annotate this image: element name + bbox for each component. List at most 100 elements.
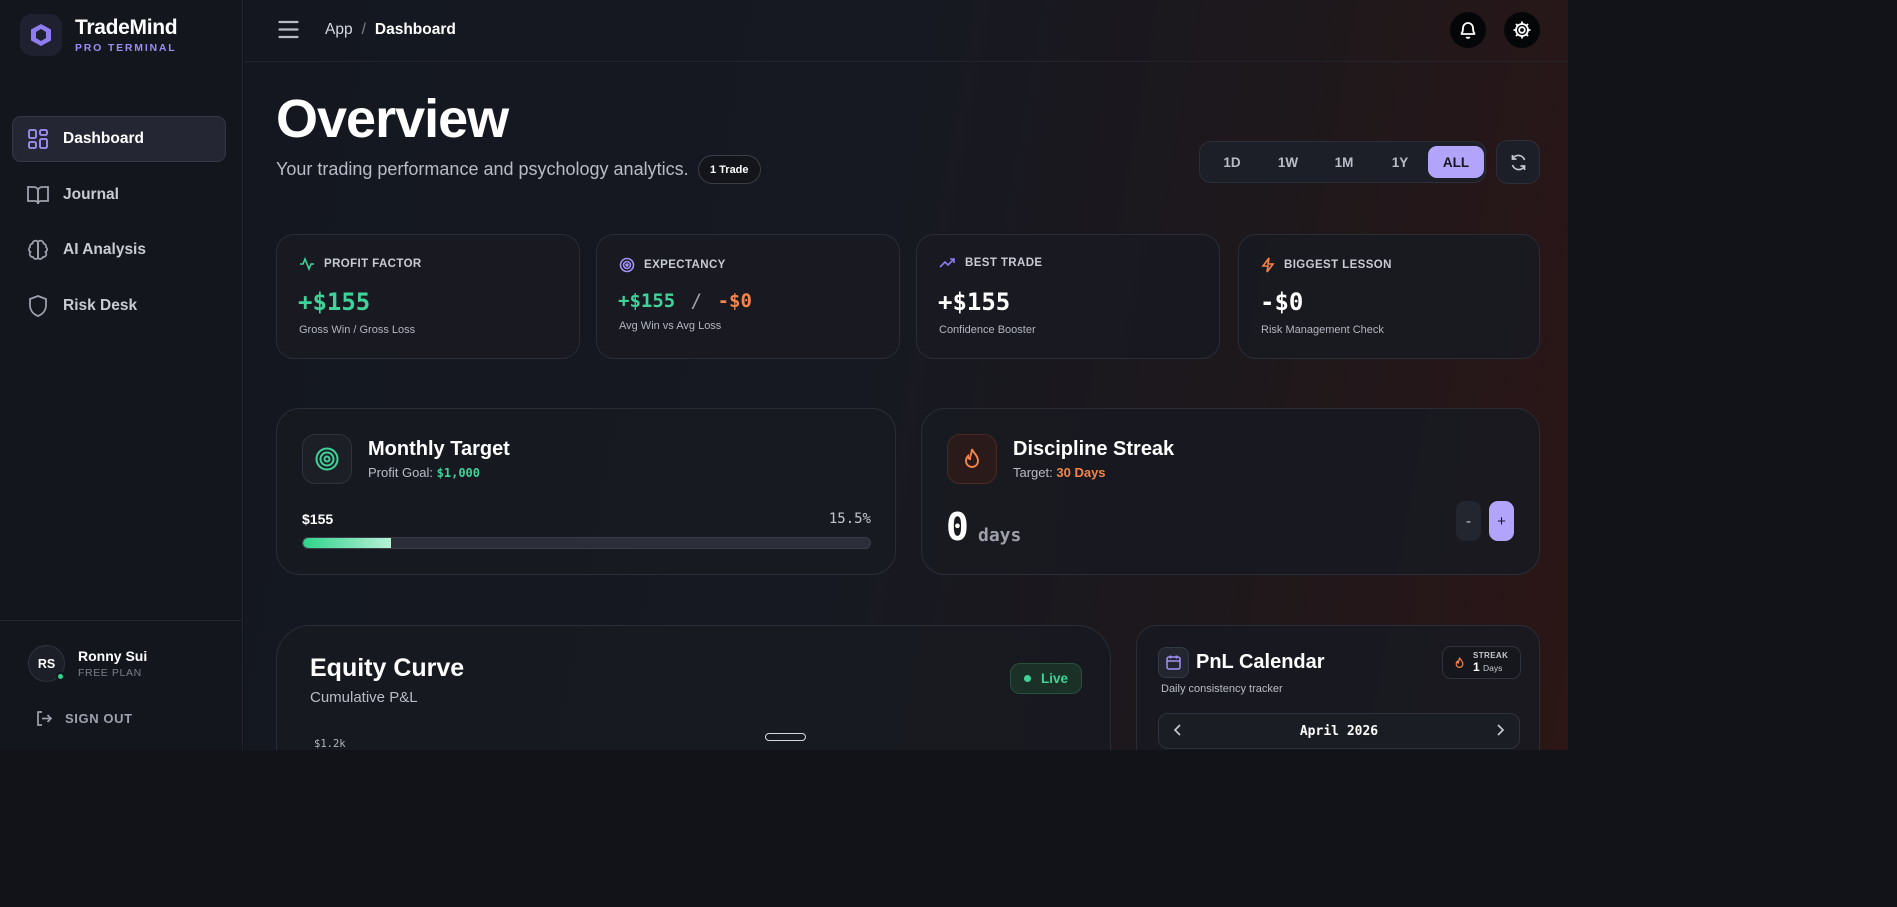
flame-icon xyxy=(947,434,997,484)
sign-out-button[interactable]: SIGN OUT xyxy=(36,710,133,727)
breadcrumb-separator: / xyxy=(361,21,366,38)
profit-factor-value: +$155 xyxy=(298,288,371,316)
logout-icon xyxy=(37,711,53,726)
sidebar-nav: Dashboard Journal AI Analysis Risk Desk xyxy=(12,116,226,338)
book-icon xyxy=(26,183,50,207)
current-profit: $155 xyxy=(302,511,334,527)
sidebar-item-journal[interactable]: Journal xyxy=(12,172,226,218)
expectancy-value: +$155 / -$0 xyxy=(618,290,752,312)
trending-up-icon xyxy=(939,258,955,268)
scroll-handle[interactable] xyxy=(765,733,806,741)
range-all-button[interactable]: ALL xyxy=(1428,146,1484,178)
stat-label: PROFIT FACTOR xyxy=(324,258,422,270)
streak-value: 1 xyxy=(1473,660,1480,674)
menu-icon[interactable] xyxy=(278,20,299,44)
main-content: App / Dashboard Overview Your trading pe… xyxy=(244,0,1568,750)
brand[interactable]: TradeMind PRO TERMINAL xyxy=(20,14,178,56)
increment-button[interactable]: + xyxy=(1489,501,1514,541)
calendar-icon xyxy=(1158,647,1189,678)
top-bar: App / Dashboard xyxy=(244,0,1568,62)
streak-label: STREAK xyxy=(1473,651,1509,660)
sidebar-item-risk-desk[interactable]: Risk Desk xyxy=(12,283,226,329)
equity-curve-title: Equity Curve xyxy=(310,654,465,682)
sidebar-item-dashboard[interactable]: Dashboard xyxy=(12,116,226,162)
profit-goal-label: Profit Goal: xyxy=(368,465,434,480)
range-1d-button[interactable]: 1D xyxy=(1204,146,1260,178)
refresh-button[interactable] xyxy=(1496,140,1540,184)
stat-caption: Gross Win / Gross Loss xyxy=(299,324,416,336)
live-badge: Live xyxy=(1010,663,1083,694)
target-icon xyxy=(619,257,635,273)
breadcrumb-current: Dashboard xyxy=(374,21,456,38)
monthly-target-card: Monthly Target Profit Goal: $1,000 $155 … xyxy=(276,408,896,575)
live-dot xyxy=(1024,675,1031,682)
avg-win-value: +$155 xyxy=(618,290,676,312)
biggest-lesson-value: -$0 xyxy=(1260,288,1304,316)
page-title: Overview xyxy=(276,89,509,149)
month-navigator: April 2026 xyxy=(1158,713,1520,749)
breadcrumb-root[interactable]: App xyxy=(325,21,353,39)
pnl-calendar-title: PnL Calendar xyxy=(1196,651,1325,673)
streak-pill: STREAK 1 Days xyxy=(1442,646,1521,679)
brand-name: TradeMind xyxy=(75,16,178,39)
streak-target-label: Target: xyxy=(1013,465,1053,480)
brain-icon xyxy=(26,238,50,262)
biggest-lesson-card: BIGGEST LESSON -$0 Risk Management Check xyxy=(1238,234,1540,359)
sidebar-item-label: Journal xyxy=(63,185,119,203)
stat-caption: Risk Management Check xyxy=(1261,324,1384,336)
discipline-streak-card: Discipline Streak Target: 30 Days 0 days… xyxy=(921,408,1540,575)
target-percent: 15.5% xyxy=(828,511,871,527)
y-axis-tick: $1.2k xyxy=(314,738,346,750)
profit-factor-card: PROFIT FACTOR +$155 Gross Win / Gross Lo… xyxy=(276,234,580,359)
sign-out-label: SIGN OUT xyxy=(65,711,133,726)
target-progress-fill xyxy=(303,538,391,548)
chevron-right-icon[interactable] xyxy=(1493,723,1507,742)
decrement-button[interactable]: - xyxy=(1456,501,1481,541)
current-month: April 2026 xyxy=(1299,724,1379,739)
equity-curve-card: Equity Curve Cumulative P&L Live $1.2k xyxy=(276,625,1111,750)
profit-goal-value: $1,000 xyxy=(436,466,481,480)
shield-icon xyxy=(26,294,50,318)
target-progress-bar xyxy=(302,537,871,549)
stat-label: BIGGEST LESSON xyxy=(1284,259,1392,271)
avatar-initials: RS xyxy=(37,656,56,671)
best-trade-card: BEST TRADE +$155 Confidence Booster xyxy=(916,234,1220,359)
online-status-dot xyxy=(56,672,65,681)
hexagon-logo-icon xyxy=(20,14,62,56)
stat-caption: Avg Win vs Avg Loss xyxy=(619,320,722,332)
bell-icon[interactable] xyxy=(1450,12,1486,48)
streak-target: Target: 30 Days xyxy=(1013,465,1106,480)
user-name: Ronny Sui xyxy=(78,648,148,664)
time-range-selector: 1D 1W 1M 1Y ALL xyxy=(1199,141,1486,183)
streak-count: 0 xyxy=(946,505,969,549)
sidebar-item-label: Dashboard xyxy=(63,130,144,147)
range-1y-button[interactable]: 1Y xyxy=(1372,146,1428,178)
streak-target-value: 30 Days xyxy=(1056,465,1106,480)
sidebar: TradeMind PRO TERMINAL Dashboard Journal… xyxy=(0,0,243,750)
gear-icon[interactable] xyxy=(1504,12,1540,48)
target-icon xyxy=(302,434,352,484)
range-1m-button[interactable]: 1M xyxy=(1316,146,1372,178)
breadcrumb: App / Dashboard xyxy=(325,21,456,39)
range-1w-button[interactable]: 1W xyxy=(1260,146,1316,178)
monthly-target-title: Monthly Target xyxy=(368,438,510,460)
pulse-icon xyxy=(300,257,314,271)
expectancy-card: EXPECTANCY +$155 / -$0 Avg Win vs Avg Lo… xyxy=(596,234,900,359)
pnl-calendar-subtitle: Daily consistency tracker xyxy=(1161,683,1283,695)
stat-label: BEST TRADE xyxy=(965,257,1043,269)
best-trade-value: +$155 xyxy=(938,288,1011,316)
sidebar-item-ai-analysis[interactable]: AI Analysis xyxy=(12,227,226,273)
sidebar-item-label: Risk Desk xyxy=(63,296,138,314)
user-plan: FREE PLAN xyxy=(78,667,142,679)
refresh-icon xyxy=(1511,154,1525,170)
brand-subtitle: PRO TERMINAL xyxy=(75,42,177,54)
user-profile[interactable]: RS Ronny Sui FREE PLAN xyxy=(28,645,147,682)
live-label: Live xyxy=(1041,671,1069,686)
page-subtitle: Your trading performance and psychology … xyxy=(276,159,689,179)
flame-icon xyxy=(1455,656,1464,668)
avatar: RS xyxy=(28,645,65,682)
discipline-streak-title: Discipline Streak xyxy=(1013,438,1175,460)
streak-unit: Days xyxy=(1483,663,1503,673)
equity-curve-subtitle: Cumulative P&L xyxy=(310,689,418,706)
sidebar-item-label: AI Analysis xyxy=(63,241,146,258)
